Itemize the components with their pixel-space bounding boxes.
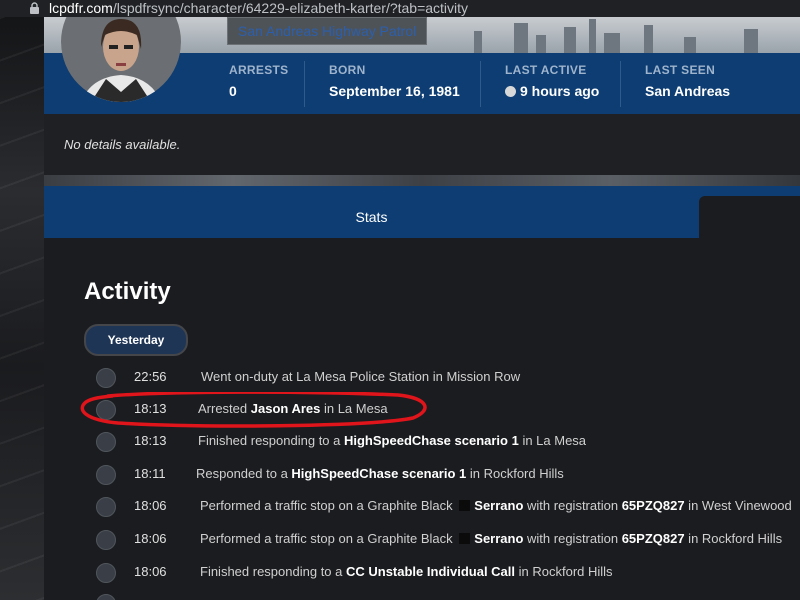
stat-label: BORN [329, 63, 366, 77]
activity-time: 18:11 [134, 466, 166, 481]
stat-label: LAST ACTIVE [505, 63, 587, 77]
stat-divider [620, 61, 621, 107]
url-text[interactable]: lcpdfr.com/lspdfrsync/character/64229-el… [49, 0, 468, 16]
stat-divider [480, 61, 481, 107]
activity-text: in Rockford Hills [515, 564, 613, 579]
tab-activity[interactable] [699, 196, 800, 238]
activity-description: Responded to a HighSpeedChase scenario 1… [196, 466, 564, 481]
stat-arrests: ARRESTS 0 [229, 63, 288, 99]
activity-text: Finished responding to a [198, 433, 344, 448]
activity-text: with registration [523, 531, 622, 546]
activity-row: 18:06 Finished responding to a CC Unstab… [96, 561, 800, 583]
activity-text: Responded to a [196, 466, 292, 481]
activity-row: 18:11 Responded to a HighSpeedChase scen… [96, 463, 800, 485]
vehicle-model: Serrano [474, 498, 524, 513]
activity-text: Performed a traffic stop on a Graphite B… [200, 531, 457, 546]
activity-row: 22:56 Went on-duty at La Mesa Police Sta… [96, 366, 800, 388]
tab-stats[interactable]: Stats [44, 186, 699, 238]
url-domain: lcpdfr.com [49, 0, 113, 16]
tab-bar: Stats [44, 186, 800, 238]
timeline-dot-icon [96, 497, 116, 517]
activity-text: Went on-duty at La Mesa Police Station i… [201, 369, 521, 384]
address-bar[interactable]: lcpdfr.com/lspdfrsync/character/64229-el… [0, 0, 800, 17]
timeline-dot-icon [96, 563, 116, 583]
activity-description: Performed a traffic stop on a Graphite B… [200, 531, 782, 546]
stat-last-seen: LAST SEEN San Andreas [645, 63, 730, 99]
stat-divider [304, 61, 305, 107]
activity-text: in La Mesa [518, 433, 587, 448]
activity-text: in West Vinewood [684, 498, 792, 513]
stat-value: 0 [229, 83, 237, 99]
activity-text: with registration [523, 498, 622, 513]
activity-row [96, 592, 800, 600]
activity-text: in Rockford Hills [466, 466, 564, 481]
stat-value: San Andreas [645, 83, 731, 99]
callout-name: HighSpeedChase scenario 1 [291, 466, 467, 481]
activity-text: in Rockford Hills [684, 531, 783, 546]
activity-time: 18:06 [134, 498, 167, 513]
details-panel: No details available. [44, 114, 800, 175]
activity-row: 18:13 Finished responding to a HighSpeed… [96, 430, 800, 452]
activity-text: Performed a traffic stop on a Graphite B… [200, 498, 457, 513]
stat-label: LAST SEEN [645, 63, 716, 77]
timeline-dot-icon [96, 432, 116, 452]
red-annotation-circle [80, 392, 427, 428]
activity-row: 18:06 Performed a traffic stop on a Grap… [96, 495, 800, 517]
day-badge: Yesterday [84, 324, 188, 356]
url-path: /lspdfrsync/character/64229-elizabeth-ka… [112, 0, 469, 16]
character-portrait-icon [81, 19, 161, 102]
timeline-dot-icon [96, 368, 116, 388]
character-avatar[interactable] [61, 17, 181, 102]
vehicle-plate: 65PZQ827 [621, 531, 685, 546]
vehicle-plate: 65PZQ827 [621, 498, 685, 513]
timeline-dot-icon [96, 594, 116, 600]
section-divider-image [44, 175, 800, 186]
vehicle-color-swatch [459, 533, 471, 544]
activity-time: 18:13 [134, 433, 167, 448]
details-text: No details available. [64, 137, 181, 152]
agency-badge[interactable]: San Andreas Highway Patrol [227, 17, 428, 45]
stat-born: BORN September 16, 1981 [329, 63, 460, 99]
last-active-text: 9 hours ago [520, 83, 600, 99]
vehicle-model: Serrano [474, 531, 524, 546]
activity-description: Went on-duty at La Mesa Police Station i… [201, 369, 520, 384]
activity-row: 18:06 Performed a traffic stop on a Grap… [96, 528, 800, 550]
activity-description: Finished responding to a HighSpeedChase … [198, 433, 586, 448]
activity-time: 22:56 [134, 369, 167, 384]
background-backdrop [0, 17, 44, 600]
activity-text: Finished responding to a [200, 564, 346, 579]
activity-heading: Activity [84, 278, 171, 305]
activity-description: Finished responding to a CC Unstable Ind… [200, 564, 613, 579]
timeline-dot-icon [96, 530, 116, 550]
activity-description: Performed a traffic stop on a Graphite B… [200, 498, 792, 513]
vehicle-color-swatch [459, 500, 471, 511]
stat-label: ARRESTS [229, 63, 289, 77]
stat-last-active: LAST ACTIVE 9 hours ago [505, 63, 599, 99]
stat-value: September 16, 1981 [329, 83, 460, 99]
activity-time: 18:06 [134, 564, 167, 579]
timeline-dot-icon [96, 465, 116, 485]
stat-value: 9 hours ago [505, 83, 599, 99]
online-status-icon [505, 86, 516, 97]
callout-name: HighSpeedChase scenario 1 [343, 433, 519, 448]
activity-time: 18:06 [134, 531, 167, 546]
lock-icon [30, 2, 39, 14]
callout-name: CC Unstable Individual Call [345, 564, 516, 579]
